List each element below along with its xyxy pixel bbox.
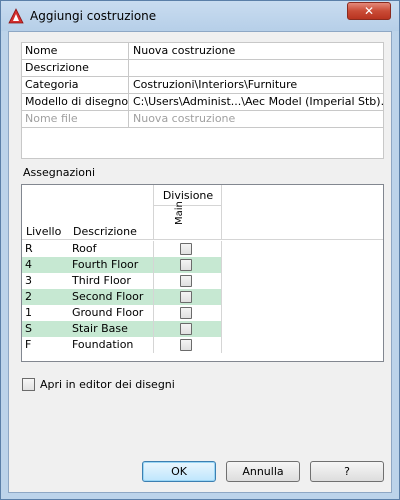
table-row[interactable]: 4 Fourth Floor (22, 257, 383, 273)
level-cell: 2 (22, 289, 69, 305)
table-row[interactable]: 2 Second Floor (22, 289, 383, 305)
title-bar[interactable]: Aggiungi costruzione ✕ (1, 1, 399, 31)
main-checkbox[interactable] (180, 259, 192, 271)
close-button[interactable]: ✕ (347, 2, 391, 20)
property-row-description[interactable]: Descrizione (22, 60, 383, 77)
property-value-filename: Nuova costruzione (133, 112, 236, 125)
property-row-category[interactable]: Categoria Costruzioni\Interiors\Furnitur… (22, 77, 383, 94)
level-cell: F (25, 338, 32, 351)
level-cell: S (22, 321, 69, 337)
main-checkbox[interactable] (180, 291, 192, 303)
ok-button[interactable]: OK (142, 461, 216, 482)
main-checkbox[interactable] (180, 339, 192, 351)
main-checkbox[interactable] (180, 323, 192, 335)
level-cell: 4 (22, 257, 69, 273)
description-cell: Foundation (69, 337, 154, 353)
column-header-level[interactable]: Livello (22, 185, 69, 240)
property-value-description[interactable] (133, 60, 383, 76)
property-value-template[interactable]: C:\Users\Administ...\Aec Model (Imperial… (133, 94, 383, 110)
table-header: Livello Descrizione Divisione Main (22, 185, 383, 240)
table-row[interactable]: S Stair Base (22, 321, 383, 337)
property-value-category[interactable]: Costruzioni\Interiors\Furniture (133, 77, 383, 93)
description-cell: Roof (69, 241, 154, 257)
help-button[interactable]: ? (310, 461, 384, 482)
main-cell (154, 305, 222, 321)
main-cell (154, 337, 222, 353)
property-label: Modello di disegno (22, 94, 129, 110)
level-cell: 1 (25, 306, 32, 319)
autocad-architecture-icon (8, 8, 24, 24)
description-cell: Third Floor (69, 273, 154, 289)
level-cell: R (25, 242, 33, 255)
main-checkbox[interactable] (180, 307, 192, 319)
level-cell: 3 (25, 274, 32, 287)
description-cell: Fourth Floor (69, 257, 154, 273)
table-row[interactable]: R Roof (22, 241, 383, 257)
main-checkbox[interactable] (180, 243, 192, 255)
column-header-division[interactable]: Divisione Main (154, 185, 222, 240)
main-checkbox[interactable] (180, 275, 192, 287)
table-row[interactable]: F Foundation (22, 337, 383, 353)
table-row[interactable]: 3 Third Floor (22, 273, 383, 289)
property-label: Nome file (22, 111, 129, 127)
column-header-description[interactable]: Descrizione (69, 185, 154, 240)
property-label: Descrizione (22, 60, 129, 76)
property-row-filename: Nome file Nuova costruzione (22, 111, 383, 128)
assignments-table: Livello Descrizione Divisione Main R Roo… (21, 184, 384, 362)
table-row[interactable]: 1 Ground Floor (22, 305, 383, 321)
divider (154, 205, 222, 206)
property-value-name[interactable]: Nuova costruzione (133, 43, 383, 59)
cancel-button[interactable]: Annulla (226, 461, 300, 482)
open-in-editor-label[interactable]: Apri in editor dei disegni (40, 378, 175, 391)
main-cell (154, 257, 222, 273)
division-header-label: Divisione (162, 189, 214, 202)
assignments-label: Assegnazioni (23, 166, 96, 179)
window-title: Aggiungi costruzione (30, 9, 157, 23)
dialog-client-area: Nome Nuova costruzione Descrizione Categ… (8, 31, 392, 493)
main-cell (154, 273, 222, 289)
close-icon: ✕ (363, 4, 375, 18)
main-division-label: Main (174, 201, 185, 225)
property-row-name[interactable]: Nome Nuova costruzione (22, 43, 383, 60)
property-row-template[interactable]: Modello di disegno C:\Users\Administ...\… (22, 94, 383, 111)
description-cell: Ground Floor (69, 305, 154, 321)
main-cell (154, 289, 222, 305)
main-cell (154, 321, 222, 337)
description-cell: Second Floor (69, 289, 154, 305)
property-label: Nome (22, 43, 129, 59)
dialog-window: Aggiungi costruzione ✕ Nome Nuova costru… (0, 0, 400, 500)
property-label: Categoria (22, 77, 129, 93)
open-in-editor-checkbox[interactable] (22, 378, 35, 391)
main-cell (154, 241, 222, 257)
properties-grid: Nome Nuova costruzione Descrizione Categ… (21, 42, 384, 159)
description-cell: Stair Base (69, 321, 154, 337)
